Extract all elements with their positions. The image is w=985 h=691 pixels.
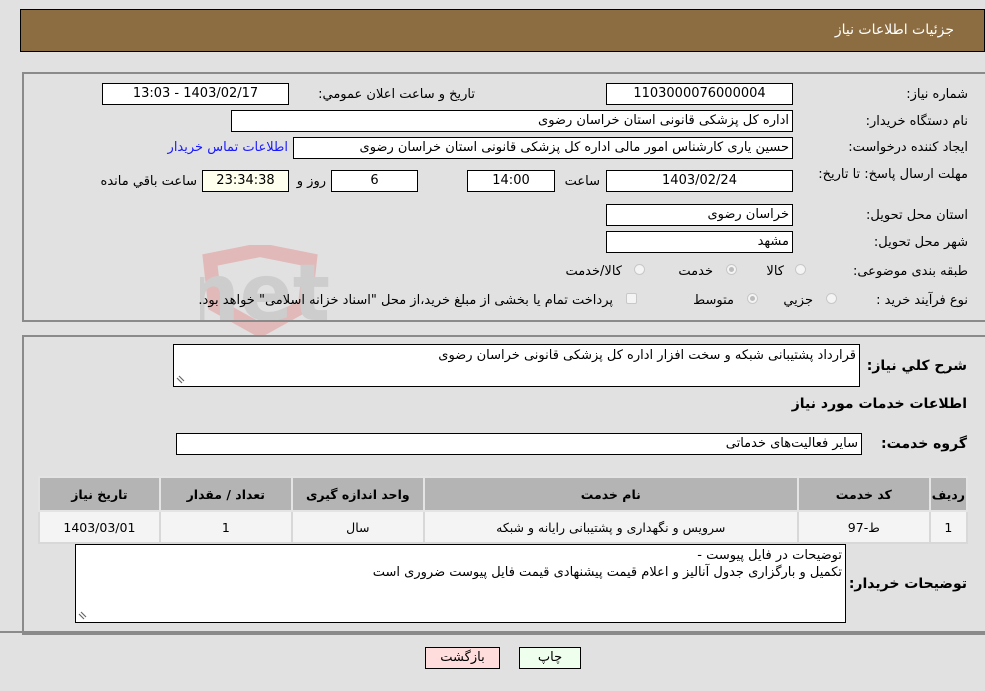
announce-datetime-field: 1403/02/17 - 13:03 — [102, 83, 289, 105]
page-title: جزئیات اطلاعات نیاز — [834, 22, 954, 38]
category-service-label: خدمت — [678, 264, 713, 279]
col-unit: واحد اندازه گیری — [290, 476, 425, 512]
purchase-type-label: نوع فرآیند خرید : — [876, 293, 968, 308]
treasury-note: پرداخت تمام یا بخشی از مبلغ خرید،از محل … — [198, 293, 613, 308]
col-service-code: کد خدمت — [796, 476, 931, 512]
description-textarea[interactable]: قرارداد پشتیبانی شبکه و سخت افزار اداره … — [173, 344, 860, 387]
category-service-radio[interactable] — [726, 264, 737, 275]
cell-unit: سال — [290, 510, 425, 544]
deadline-date-field: 1403/02/24 — [606, 170, 793, 192]
buyer-notes-textarea[interactable]: توضیحات در فایل پیوست - تکمیل و بارگزاری… — [75, 544, 846, 623]
table-header-row: ردیف کد خدمت نام خدمت واحد اندازه گیری ت… — [38, 476, 969, 512]
print-button[interactable]: چاپ — [519, 647, 581, 669]
resize-grip-icon[interactable] — [176, 375, 185, 384]
delivery-province-field: خراسان رضوی — [606, 204, 793, 226]
purchase-type-minor-radio[interactable] — [826, 293, 837, 304]
description-label: شرح کلي نیاز: — [866, 358, 967, 374]
announce-datetime-label: تاریخ و ساعت اعلان عمومي: — [318, 87, 475, 102]
deadline-time-field: 14:00 — [467, 170, 555, 192]
time-remaining-field: 23:34:38 — [202, 170, 289, 192]
delivery-city-label: شهر محل تحویل: — [873, 235, 968, 250]
table-row: 1 ط-97 سرویس و نگهداری و پشتیبانی رایانه… — [38, 510, 969, 544]
category-goods-service-label: کالا/خدمت — [565, 264, 622, 279]
days-remaining-field: 6 — [331, 170, 418, 192]
col-quantity: تعداد / مقدار — [158, 476, 293, 512]
requester-field: حسین یاری کارشناس امور مالی اداره کل پزش… — [293, 137, 793, 159]
category-goods-label: کالا — [766, 264, 784, 279]
delivery-province-label: استان محل تحویل: — [866, 208, 968, 223]
purchase-type-medium-label: متوسط — [693, 293, 734, 308]
service-group-field: سایر فعالیت‌های خدماتی — [176, 433, 862, 455]
buyer-contact-link[interactable]: اطلاعات تماس خریدار — [168, 140, 288, 155]
col-need-date: تاریخ نیاز — [38, 476, 161, 512]
cell-service-code: ط-97 — [796, 510, 931, 544]
delivery-city-field: مشهد — [606, 231, 793, 253]
requester-label: ایجاد کننده درخواست: — [848, 140, 968, 155]
cell-service-name: سرویس و نگهداری و پشتیبانی رایانه و شبکه — [422, 510, 799, 544]
time-remaining-label: ساعت باقي مانده — [100, 174, 197, 189]
cell-need-date: 1403/03/01 — [38, 510, 161, 544]
services-table: ردیف کد خدمت نام خدمت واحد اندازه گیری ت… — [38, 476, 969, 544]
description-text: قرارداد پشتیبانی شبکه و سخت افزار اداره … — [438, 348, 856, 363]
resize-grip-icon[interactable] — [78, 611, 87, 620]
deadline-time-label: ساعت — [564, 174, 600, 189]
page-header: جزئیات اطلاعات نیاز — [20, 9, 985, 52]
days-label: روز و — [296, 174, 326, 189]
purchase-type-minor-label: جزيي — [783, 293, 813, 308]
back-button[interactable]: بازگشت — [425, 647, 500, 669]
purchase-type-medium-radio[interactable] — [747, 293, 758, 304]
buyer-notes-line-2: تکمیل و بارگزاری جدول آنالیز و اعلام قیم… — [372, 565, 842, 580]
category-goods-service-radio[interactable] — [634, 264, 645, 275]
buyer-org-label: نام دستگاه خریدار: — [865, 114, 968, 129]
category-goods-radio[interactable] — [795, 264, 806, 275]
buyer-org-field: اداره کل پزشکی قانونی استان خراسان رضوی — [231, 110, 793, 132]
col-service-name: نام خدمت — [422, 476, 799, 512]
col-row-number: ردیف — [928, 476, 969, 512]
divider — [0, 631, 985, 633]
services-section-title: اطلاعات خدمات مورد نیاز — [791, 396, 967, 412]
cell-quantity: 1 — [158, 510, 293, 544]
buyer-notes-label: توضیحات خریدار: — [848, 576, 967, 592]
category-label: طبقه بندی موضوعی: — [852, 264, 968, 279]
buyer-notes-line-1: توضیحات در فایل پیوست - — [697, 548, 842, 563]
treasury-checkbox[interactable] — [626, 293, 637, 304]
need-number-field: 1103000076000004 — [606, 83, 793, 105]
deadline-label: مهلت ارسال پاسخ: تا تاریخ: — [818, 167, 968, 182]
cell-row-number: 1 — [928, 510, 969, 544]
need-number-label: شماره نیاز: — [906, 87, 968, 102]
service-group-label: گروه خدمت: — [881, 436, 967, 452]
